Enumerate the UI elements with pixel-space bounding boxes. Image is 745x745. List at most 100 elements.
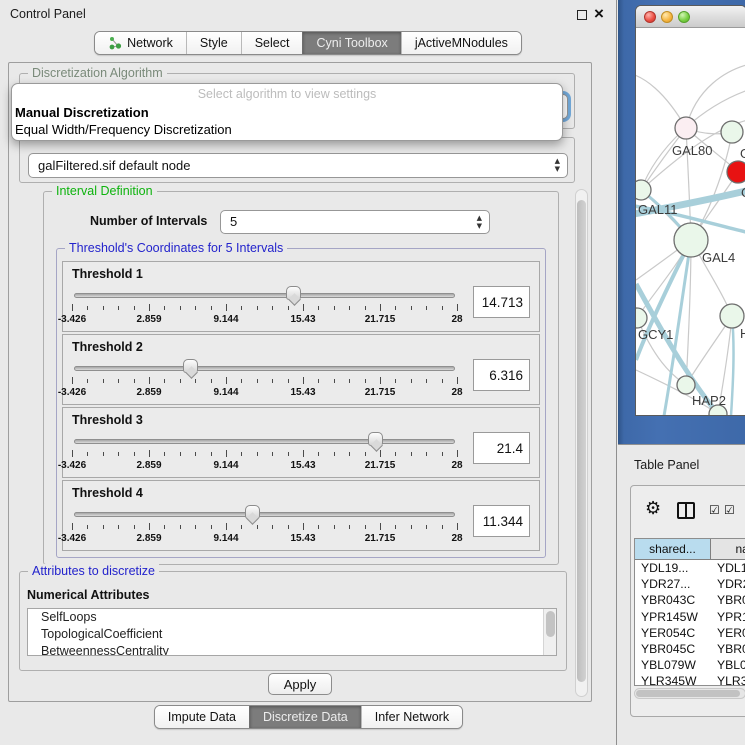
slider-tick <box>272 452 273 456</box>
node-gal80[interactable] <box>675 117 697 139</box>
node-partial-top[interactable] <box>721 121 743 143</box>
threshold-label: Threshold 4 <box>72 486 143 500</box>
slider-tick-label: 15.43 <box>290 533 315 544</box>
slider-track[interactable] <box>74 293 455 298</box>
network-view-window[interactable]: GAL80 G C GAL11 GAL4 GCY1 H HAP2 <box>635 5 745 416</box>
close-traffic-light-icon[interactable] <box>644 11 656 23</box>
float-window-icon[interactable] <box>577 10 587 20</box>
table-row[interactable]: YPR145WYPR1 <box>635 609 745 625</box>
dropdown-option-equal-width[interactable]: Equal Width/Frequency Discretization <box>12 121 562 138</box>
slider-tick-label: 9.144 <box>213 533 238 544</box>
slider-tick <box>272 525 273 529</box>
table-data-combobox[interactable]: galFiltered.sif default node ▲▼ <box>28 153 568 178</box>
tab-label: Select <box>255 36 290 50</box>
cell-shared-name: YBL079W <box>635 657 711 673</box>
slider-tick <box>318 525 319 529</box>
table-row[interactable]: YDR27...YDR2 <box>635 576 745 592</box>
node-table[interactable]: shared... name YDL19...YDL1YDR27...YDR2Y… <box>634 538 745 686</box>
thresholds-group: Threshold's Coordinates for 5 Intervals … <box>56 248 546 558</box>
slider-track[interactable] <box>74 439 455 444</box>
slider-tick <box>134 306 135 310</box>
table-row[interactable]: YDL19...YDL1 <box>635 560 745 576</box>
apply-button[interactable]: Apply <box>268 673 332 695</box>
slider-tick <box>365 306 366 310</box>
split-columns-icon[interactable] <box>677 502 695 519</box>
slider-tick <box>457 523 458 530</box>
attribute-list-item[interactable]: SelfLoops <box>28 609 556 626</box>
attribute-list-item[interactable]: BetweennessCentrality <box>28 643 556 656</box>
slider-tick <box>395 379 396 383</box>
control-panel-title: Control Panel <box>10 7 86 21</box>
attribute-list-item[interactable]: TopologicalCoefficient <box>28 626 556 643</box>
node-hap2[interactable] <box>677 376 695 394</box>
slider-tick <box>241 452 242 456</box>
dropdown-option-manual[interactable]: Manual Discretization <box>12 104 562 121</box>
slider-thumb[interactable] <box>183 359 198 373</box>
attributes-scrollbar[interactable] <box>543 609 556 655</box>
slider-tick-label: 28 <box>451 460 462 471</box>
interval-definition-title: Interval Definition <box>52 184 157 198</box>
label-gal4: GAL4 <box>702 250 735 265</box>
table-row[interactable]: YLR345WYLR3 <box>635 673 745 686</box>
slider-thumb[interactable] <box>286 286 301 300</box>
checkbox-icon[interactable]: ☑ <box>709 504 720 516</box>
threshold-slider[interactable]: -3.4262.8599.14415.4321.71528 <box>72 505 457 549</box>
threshold-slider[interactable]: -3.4262.8599.14415.4321.71528 <box>72 432 457 476</box>
content-scrollbar[interactable] <box>575 189 588 697</box>
bottom-tab-impute-data[interactable]: Impute Data <box>155 706 249 728</box>
node-gal11[interactable] <box>636 180 651 200</box>
slider-tick <box>211 379 212 383</box>
bottom-tab-infer-network[interactable]: Infer Network <box>361 706 462 728</box>
close-icon[interactable]: × <box>594 4 604 24</box>
table-row[interactable]: YBL079WYBL0 <box>635 657 745 673</box>
tab-cyni-toolbox[interactable]: Cyni Toolbox <box>302 32 400 54</box>
slider-tick <box>87 525 88 529</box>
slider-tick <box>180 525 181 529</box>
threshold-value-field[interactable]: 21.4 <box>473 432 530 464</box>
gear-icon[interactable]: ⚙ <box>645 500 661 518</box>
slider-tick <box>164 452 165 456</box>
threshold-value-field[interactable]: 6.316 <box>473 359 530 391</box>
column-header-name[interactable]: name <box>711 539 745 559</box>
column-header-shared-name[interactable]: shared... <box>635 539 711 559</box>
tab-style[interactable]: Style <box>186 32 241 54</box>
slider-track[interactable] <box>74 512 455 517</box>
slider-tick <box>241 525 242 529</box>
slider-tick <box>149 450 150 457</box>
slider-tick <box>303 377 304 384</box>
cyni-toolbox-panel: Discretization Algorithm ▲▼ Select algor… <box>8 62 592 702</box>
dropdown-hint: Select algorithm to view settings <box>12 87 562 104</box>
threshold-value-field[interactable]: 11.344 <box>473 505 530 537</box>
checkbox-icon[interactable]: ☑ <box>724 504 735 516</box>
table-row[interactable]: YBR045CYBR0 <box>635 641 745 657</box>
slider-tick <box>195 525 196 529</box>
tab-jactivemnodules[interactable]: jActiveMNodules <box>401 32 521 54</box>
slider-tick <box>380 304 381 311</box>
table-horizontal-scrollbar[interactable] <box>634 688 745 699</box>
slider-tick <box>72 304 73 311</box>
zoom-traffic-light-icon[interactable] <box>678 11 690 23</box>
slider-tick <box>180 452 181 456</box>
minimize-traffic-light-icon[interactable] <box>661 11 673 23</box>
slider-thumb[interactable] <box>245 505 260 519</box>
node-partial-right[interactable] <box>720 304 744 328</box>
node-gcy1[interactable] <box>636 308 647 328</box>
tab-select[interactable]: Select <box>241 32 303 54</box>
bottom-tab-discretize-data[interactable]: Discretize Data <box>249 706 361 728</box>
number-of-intervals-spinner[interactable]: 5 ▲▼ <box>220 210 490 234</box>
threshold-slider[interactable]: -3.4262.8599.14415.4321.71528 <box>72 286 457 330</box>
cell-name: YDR2 <box>711 576 745 592</box>
slider-tick <box>195 452 196 456</box>
slider-tick <box>288 306 289 310</box>
node-red[interactable] <box>727 161 745 183</box>
numerical-attributes-list[interactable]: SelfLoopsTopologicalCoefficientBetweenne… <box>27 608 557 656</box>
slider-track[interactable] <box>74 366 455 371</box>
table-row[interactable]: YER054CYER0 <box>635 625 745 641</box>
threshold-slider[interactable]: -3.4262.8599.14415.4321.71528 <box>72 359 457 403</box>
slider-thumb[interactable] <box>368 432 383 446</box>
threshold-value-field[interactable]: 14.713 <box>473 286 530 318</box>
slider-tick <box>426 525 427 529</box>
tab-network[interactable]: Network <box>95 32 186 54</box>
table-row[interactable]: YBR043CYBR0 <box>635 592 745 608</box>
network-canvas[interactable]: GAL80 G C GAL11 GAL4 GCY1 H HAP2 <box>636 28 745 416</box>
